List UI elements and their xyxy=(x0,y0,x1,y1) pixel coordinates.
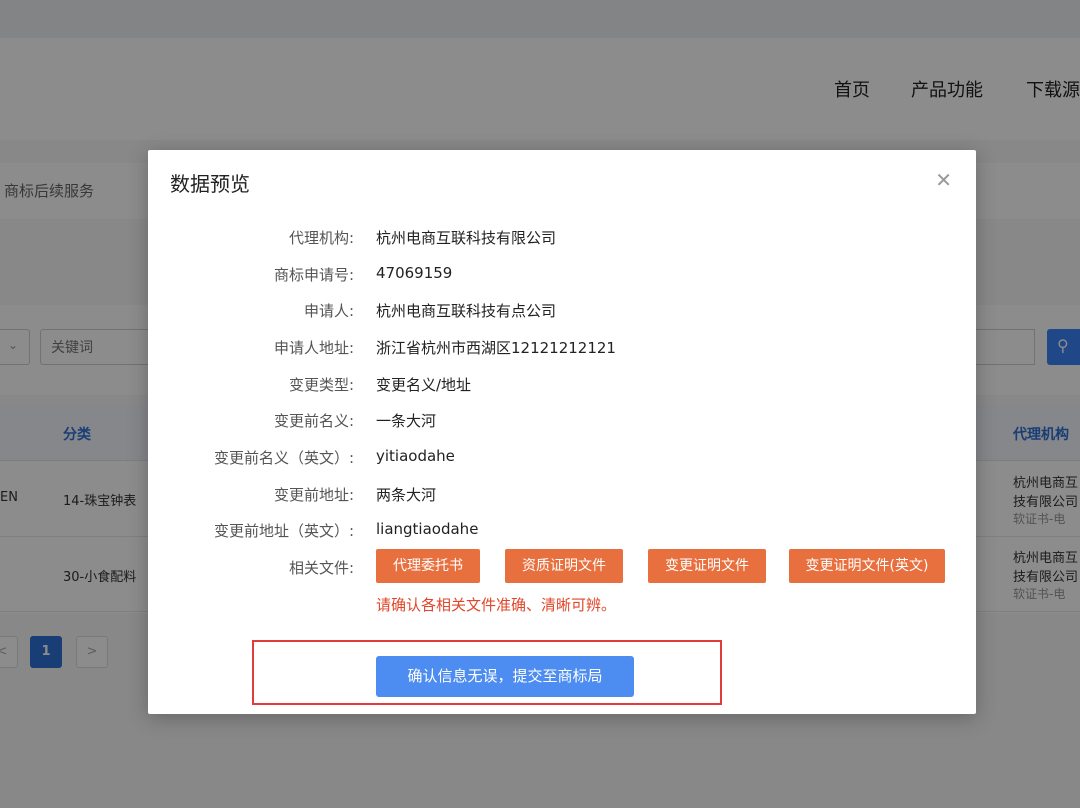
value-applicant-address: 浙江省杭州市西湖区12121212121 xyxy=(376,339,616,357)
files-warning: 请确认各相关文件准确、清晰可辨。 xyxy=(376,596,617,614)
close-icon[interactable]: ✕ xyxy=(935,168,952,192)
label-applicant-address: 申请人地址: xyxy=(273,339,354,357)
value-old-address-en: liangtiaodahe xyxy=(376,520,479,538)
file-button-power-of-attorney[interactable]: 代理委托书 xyxy=(376,549,480,583)
value-old-address: 两条大河 xyxy=(376,486,437,504)
value-applicant: 杭州电商互联科技有点公司 xyxy=(376,302,557,320)
submit-to-trademark-office-button[interactable]: 确认信息无误，提交至商标局 xyxy=(376,656,634,697)
modal-title: 数据预览 xyxy=(170,172,250,196)
file-button-change-proof-en[interactable]: 变更证明文件(英文) xyxy=(789,549,945,583)
value-old-name-en: yitiaodahe xyxy=(376,447,455,465)
file-button-change-proof[interactable]: 变更证明文件 xyxy=(648,549,766,583)
label-applicant: 申请人: xyxy=(303,302,354,320)
label-old-address: 变更前地址: xyxy=(273,486,354,504)
label-old-address-en: 变更前地址（英文）: xyxy=(213,522,354,540)
value-old-name: 一条大河 xyxy=(376,412,437,430)
value-agency: 杭州电商互联科技有限公司 xyxy=(376,229,557,247)
label-change-type: 变更类型: xyxy=(288,376,354,394)
label-old-name-en: 变更前名义（英文）: xyxy=(213,449,354,467)
file-button-qualification[interactable]: 资质证明文件 xyxy=(505,549,623,583)
label-old-name: 变更前名义: xyxy=(273,412,354,430)
label-agency: 代理机构: xyxy=(288,229,354,247)
value-application-number: 47069159 xyxy=(376,264,453,282)
label-related-files: 相关文件: xyxy=(288,559,354,577)
label-application-number: 商标申请号: xyxy=(273,266,354,284)
value-change-type: 变更名义/地址 xyxy=(376,376,472,394)
data-preview-modal: 数据预览 ✕ 代理机构: 杭州电商互联科技有限公司 商标申请号: 4706915… xyxy=(148,150,976,714)
